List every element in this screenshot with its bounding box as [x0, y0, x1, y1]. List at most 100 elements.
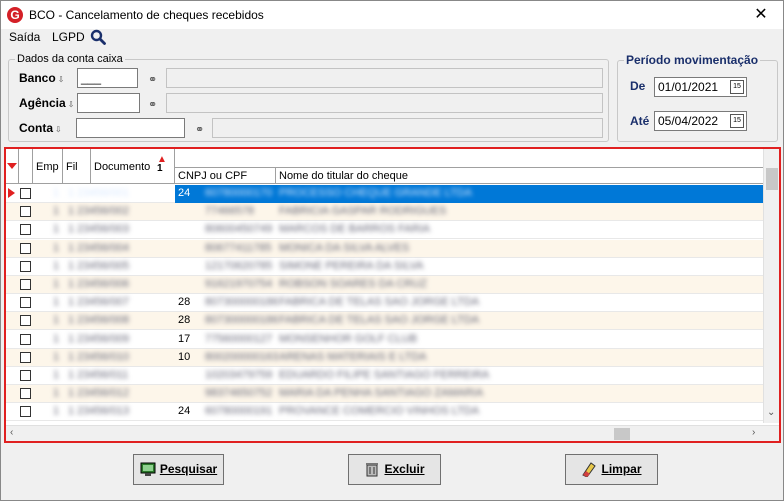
row-checkbox[interactable] — [20, 370, 31, 381]
excluir-button[interactable]: Excluir — [348, 454, 441, 485]
table-row[interactable]: 1 1 23456/001 24 60780000170 PROCESSO CHEQUE… — [6, 185, 763, 203]
cell-emp: 1 — [53, 296, 60, 309]
table-row[interactable]: 1 1 23456/007 28 807300000186 FABRICA DE TEL… — [6, 294, 763, 313]
header-nome[interactable]: Nome do titular do cheque — [276, 167, 763, 184]
table-row[interactable]: 1 1 23456/009 17 77560000127 MONSENHOR GOLF … — [6, 331, 763, 349]
cell-cnpj: 80600450749 — [205, 223, 273, 236]
limpar-label: Limpar — [601, 462, 642, 476]
cell-documento: 1 23456/002 — [68, 205, 130, 218]
row-checkbox[interactable] — [20, 260, 31, 272]
limpar-button[interactable]: Limpar — [565, 454, 658, 485]
agencia-label: Agência ⇩ — [19, 96, 75, 110]
scroll-down-icon[interactable]: ⌄ — [767, 407, 775, 418]
row-checkbox[interactable] — [20, 333, 31, 345]
header-documento[interactable]: Documento ▲ 1 — [91, 149, 175, 184]
vertical-scroll-thumb[interactable] — [766, 168, 778, 190]
cell-cnpj-prefix — [178, 221, 190, 239]
cell-cnpj-prefix: 17 — [178, 332, 191, 345]
cell-cnpj: 80677411785 — [205, 241, 272, 254]
title-bar: G BCO - Cancelamento de cheques recebido… — [1, 1, 783, 29]
grid-menu-button[interactable] — [6, 149, 19, 184]
cell-cnpj-prefix: 10 — [178, 350, 191, 363]
account-group-legend: Dados da conta caixa — [17, 53, 123, 65]
cell-cnpj: 60780000191 — [205, 405, 273, 418]
cell-emp: 1 — [53, 332, 60, 345]
cell-documento: 1 23456/005 — [68, 259, 130, 272]
cell-cnpj-prefix — [178, 240, 190, 258]
banco-label: Banco ⇩ — [19, 71, 65, 85]
dropdown-arrow-icon — [7, 163, 17, 169]
header-emp[interactable]: Emp — [33, 149, 63, 184]
cell-cnpj: 60780000170 — [205, 187, 273, 199]
table-row[interactable]: 1 1 23456/005 12170620785 SIMONE PEREIRA DA… — [6, 258, 763, 276]
cell-nome: FABRICA DE TELAS SAO JORGE LTDA — [279, 314, 480, 327]
close-button[interactable]: ✕ — [739, 1, 783, 29]
cell-emp: 1 — [53, 241, 60, 254]
cell-documento: 1 23456/003 — [68, 223, 130, 236]
row-checkbox[interactable] — [20, 297, 31, 309]
row-checkbox[interactable] — [20, 224, 31, 236]
binoculars-icon[interactable]: ⚭ — [195, 123, 209, 136]
table-row[interactable]: 1 1 23456/004 80677411785 MONICA DA SILVA A… — [6, 239, 763, 258]
cell-nome: PROVANCE COMERCIO VINHOS LTDA — [279, 405, 480, 418]
horizontal-scroll-thumb[interactable] — [614, 428, 630, 440]
banco-input[interactable]: ___ — [77, 68, 138, 88]
horizontal-scrollbar[interactable]: ‹ › — [6, 425, 779, 441]
agencia-sort-icon: ⇩ — [67, 100, 75, 109]
menu-bar: Saída LGPD — [1, 29, 783, 47]
pesquisar-label: Pesquisar — [159, 462, 218, 476]
cell-cnpj-prefix — [178, 385, 190, 403]
scroll-right-icon[interactable]: › — [752, 427, 755, 438]
sort-order-number: 1 — [157, 163, 163, 174]
row-checkbox[interactable] — [20, 406, 31, 418]
grid-header: Emp Fil Documento ▲ 1 CNPJ ou CPF Nome d… — [6, 149, 763, 184]
row-checkbox[interactable] — [20, 279, 31, 290]
cell-documento: 1 23456/004 — [68, 241, 130, 254]
conta-label: Conta ⇩ — [19, 121, 62, 135]
table-row[interactable]: 1 1 23456/006 91621970754 ROBSON SOARES DA … — [6, 276, 763, 294]
calendar-icon[interactable]: 15 — [730, 114, 744, 128]
table-row[interactable]: 1 1 23456/012 98374650752 MARIA DA PENHA SA… — [6, 385, 763, 404]
row-checkbox[interactable] — [20, 242, 31, 254]
agencia-description-field — [166, 93, 603, 113]
cell-cnpj: 98374650752 — [205, 387, 273, 400]
cell-cnpj: 800200000163 — [205, 350, 279, 363]
cell-cnpj-prefix — [178, 258, 190, 276]
calendar-icon[interactable]: 15 — [730, 80, 744, 94]
header-fil[interactable]: Fil — [63, 149, 91, 184]
conta-input[interactable] — [76, 118, 185, 138]
scroll-left-icon[interactable]: ‹ — [10, 427, 13, 438]
table-row[interactable]: 1 1 23456/002 77466578 FABRICIA GASPAR RODR… — [6, 203, 763, 222]
table-row[interactable]: 1 1 23456/010 10 800200000163 ARENAS MATERIA… — [6, 348, 763, 367]
row-checkbox[interactable] — [20, 315, 31, 327]
date-to-value: 05/04/2022 — [658, 114, 719, 128]
row-checkbox[interactable] — [20, 388, 31, 400]
cell-emp: 1 — [53, 187, 60, 199]
menu-item-lgpd[interactable]: LGPD — [52, 30, 85, 44]
cell-cnpj-prefix: 24 — [178, 405, 191, 418]
cheques-grid[interactable]: Emp Fil Documento ▲ 1 CNPJ ou CPF Nome d… — [4, 147, 781, 443]
table-row[interactable]: 1 1 23456/011 10203479759 EDUARDO FILIPE SA… — [6, 367, 763, 385]
row-checkbox[interactable] — [20, 351, 31, 363]
cell-cnpj: 77466578 — [205, 205, 254, 218]
table-row[interactable]: 1 1 23456/008 28 807300000186 FABRICA DE TEL… — [6, 312, 763, 331]
search-icon[interactable] — [90, 29, 106, 45]
vertical-scrollbar[interactable]: ⌄ — [763, 149, 779, 423]
cell-cnpj-prefix: 28 — [178, 296, 191, 309]
pesquisar-button[interactable]: Pesquisar — [133, 454, 224, 485]
cell-emp: 1 — [53, 278, 60, 290]
menu-item-saida[interactable]: Saída — [9, 30, 40, 44]
cell-cnpj: 807300000186 — [205, 314, 279, 327]
row-checkbox[interactable] — [20, 188, 31, 199]
cell-nome: ARENAS MATERIAIS E LTDA — [279, 350, 427, 363]
binoculars-icon[interactable]: ⚭ — [148, 98, 162, 111]
banco-sort-icon: ⇩ — [57, 75, 65, 84]
table-row[interactable]: 1 1 23456/013 24 60780000191 PROVANCE COMERC… — [6, 403, 763, 422]
header-select[interactable] — [19, 149, 33, 184]
cell-documento: 1 23456/009 — [68, 332, 130, 345]
header-cnpj[interactable]: CNPJ ou CPF — [175, 167, 276, 184]
agencia-input[interactable] — [77, 93, 140, 113]
binoculars-icon[interactable]: ⚭ — [148, 73, 162, 86]
row-checkbox[interactable] — [20, 206, 31, 218]
table-row[interactable]: 1 1 23456/003 80600450749 MARCOS DE BARROS … — [6, 221, 763, 240]
